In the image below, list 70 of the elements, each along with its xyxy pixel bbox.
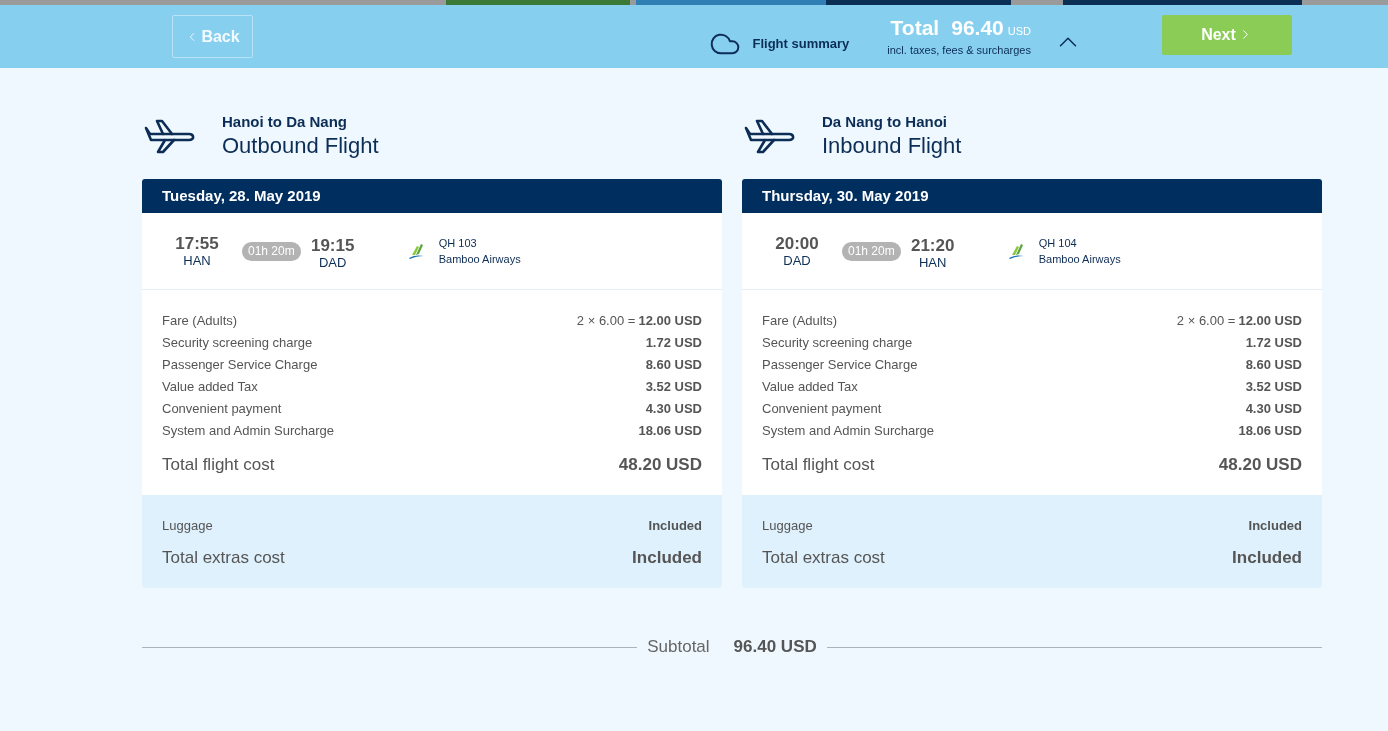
extra-label: Luggage	[162, 517, 213, 536]
charge-label: Passenger Service Charge	[162, 356, 318, 375]
arrival-time: 19:15	[310, 236, 355, 255]
total-flight-cost-label: Total flight cost	[162, 454, 275, 477]
total-extras-cost-label: Total extras cost	[162, 547, 285, 570]
leaf-logo-icon	[1007, 242, 1025, 260]
route-label: Da Nang to Hanoi	[822, 112, 948, 132]
charge-label: Value added Tax	[162, 378, 258, 397]
total-extras-cost: Included	[1232, 547, 1302, 570]
charge-amount: 3.52 USD	[645, 378, 702, 397]
fare-calculation: 2 × 6.00 =	[576, 312, 636, 331]
total-currency: USD	[1007, 23, 1031, 39]
duration-pill: 01h 20m	[242, 241, 301, 261]
arrival-time: 21:20	[910, 236, 955, 255]
extra-value: Included	[648, 517, 702, 536]
charge-label: Security screening charge	[762, 334, 913, 353]
flight-date: Tuesday, 28. May 2019	[162, 185, 321, 206]
fare-calculation: 2 × 6.00 =	[1176, 312, 1236, 331]
charge-amount: 3.52 USD	[1245, 378, 1302, 397]
charge-amount: 12.00 USD	[1238, 312, 1302, 331]
flight-direction-title: Inbound Flight	[822, 132, 962, 160]
total-extras-cost: Included	[632, 547, 702, 570]
charge-amount: 8.60 USD	[645, 356, 702, 375]
subtotal-label: Subtotal	[647, 636, 710, 659]
airplane-icon	[743, 118, 797, 154]
charge-amount: 1.72 USD	[1245, 334, 1302, 353]
charge-label: Value added Tax	[762, 378, 858, 397]
charge-amount: 4.30 USD	[1245, 400, 1302, 419]
total-flight-cost-label: Total flight cost	[762, 454, 875, 477]
departure-airport: DAD	[783, 252, 811, 268]
charge-label: System and Admin Surcharge	[162, 422, 334, 441]
charge-label: Convenient payment	[162, 400, 282, 419]
departure-airport: HAN	[183, 252, 211, 268]
charge-amount: 8.60 USD	[1245, 356, 1302, 375]
next-button[interactable]: Next	[1162, 14, 1292, 55]
charge-label: Fare (Adults)	[162, 312, 238, 331]
leaf-logo-icon	[407, 242, 425, 260]
flight-summary-label: Flight summary	[752, 34, 850, 53]
charge-amount: 4.30 USD	[645, 400, 702, 419]
extra-label: Luggage	[762, 517, 813, 536]
flight-number: QH 103	[438, 236, 478, 251]
departure-time: 20:00	[775, 234, 819, 253]
total-amount: 96.40	[951, 15, 1004, 40]
total-flight-cost: 48.20 USD	[1218, 454, 1302, 477]
charge-label: Security screening charge	[162, 334, 313, 353]
arrival-airport: DAD	[318, 254, 347, 270]
charge-amount: 12.00 USD	[638, 312, 702, 331]
total-flight-cost: 48.20 USD	[618, 454, 702, 477]
charge-amount: 18.06 USD	[1238, 422, 1302, 441]
flight-date: Thursday, 30. May 2019	[762, 185, 929, 206]
departure-time: 17:55	[175, 234, 219, 253]
airline-name: Bamboo Airways	[1038, 252, 1121, 267]
airplane-icon	[143, 118, 197, 154]
extra-value: Included	[1248, 517, 1302, 536]
charge-label: Convenient payment	[762, 400, 882, 419]
total-extras-cost-label: Total extras cost	[762, 547, 885, 570]
flight-number: QH 104	[1038, 236, 1078, 251]
total-note: incl. taxes, fees & surcharges	[887, 42, 1031, 58]
arrival-airport: HAN	[918, 254, 947, 270]
charge-amount: 1.72 USD	[645, 334, 702, 353]
total-label: Total	[890, 15, 940, 40]
flight-direction-title: Outbound Flight	[222, 132, 379, 160]
airline-name: Bamboo Airways	[438, 252, 521, 267]
route-label: Hanoi to Da Nang	[222, 112, 348, 132]
duration-pill: 01h 20m	[842, 241, 901, 261]
subtotal-amount: 96.40 USD	[733, 636, 817, 659]
charge-amount: 18.06 USD	[638, 422, 702, 441]
charge-label: Passenger Service Charge	[762, 356, 918, 375]
charge-label: Fare (Adults)	[762, 312, 838, 331]
charge-label: System and Admin Surcharge	[762, 422, 934, 441]
